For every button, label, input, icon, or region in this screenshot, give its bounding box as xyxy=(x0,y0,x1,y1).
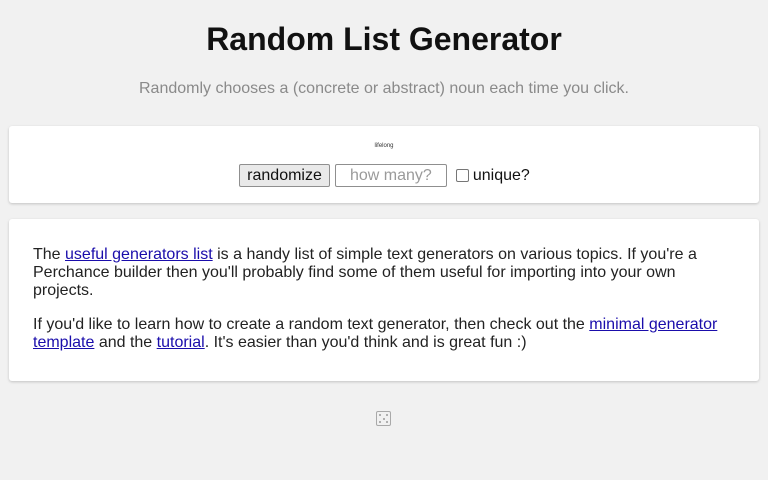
info-text: The xyxy=(33,246,66,263)
page-title: Random List Generator xyxy=(206,21,562,57)
info-card: The useful generators list is a handy li… xyxy=(9,219,759,381)
dice-icon[interactable] xyxy=(376,411,391,426)
page-subtitle: Randomly chooses a (concrete or abstract… xyxy=(138,80,629,97)
info-text: . It's easier than you'd think and is gr… xyxy=(204,334,527,351)
info-text: and the xyxy=(94,334,157,351)
randomize-button[interactable]: randomize xyxy=(239,164,330,187)
generator-card: lifelong randomize unique? xyxy=(9,126,759,203)
generator-controls: randomize unique? xyxy=(9,164,759,187)
useful-generators-list-link[interactable]: useful generators list xyxy=(65,246,213,263)
generator-output: lifelong xyxy=(374,143,394,149)
info-paragraph-2: If you'd like to learn how to create a r… xyxy=(33,316,735,352)
unique-option[interactable]: unique? xyxy=(455,166,530,185)
info-paragraph-1: The useful generators list is a handy li… xyxy=(33,246,735,300)
page: Random List Generator Randomly chooses a… xyxy=(0,0,768,480)
unique-label: unique? xyxy=(472,166,530,184)
tutorial-link[interactable]: tutorial xyxy=(157,334,205,351)
unique-checkbox[interactable] xyxy=(455,169,469,182)
how-many-input[interactable] xyxy=(334,164,447,187)
info-text: If you'd like to learn how to create a r… xyxy=(33,316,590,333)
